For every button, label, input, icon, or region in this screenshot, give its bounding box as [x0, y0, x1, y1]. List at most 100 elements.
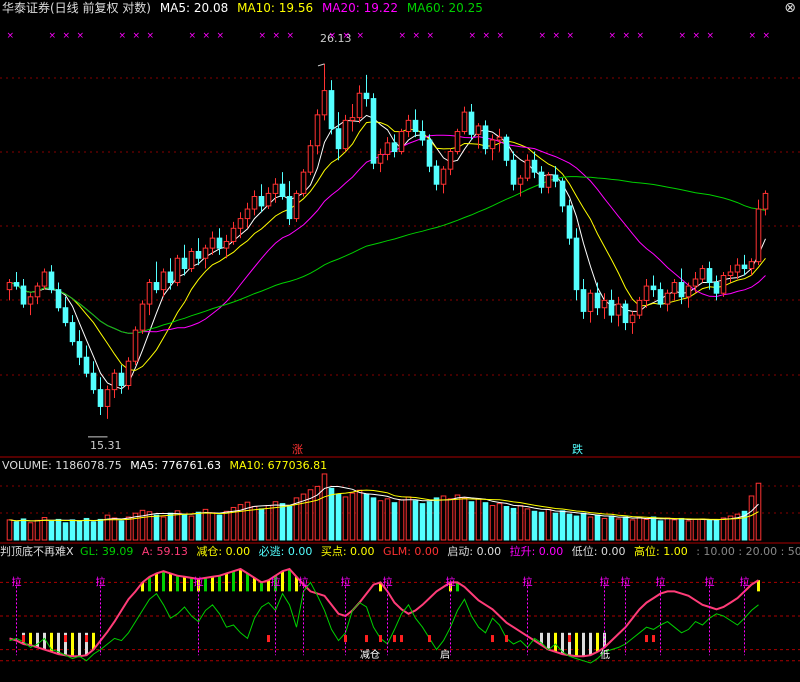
chart-canvas: × × × × × × × × × × × × × × × × × × × × × × × × × × × × × × × × ×拉拉拉拉拉拉拉…	[0, 31, 800, 664]
red-signal-bar	[400, 635, 403, 643]
x-marker: ×	[189, 31, 197, 41]
candle-body	[342, 119, 349, 150]
candle-body	[174, 257, 181, 284]
candle-body	[69, 322, 76, 343]
x-marker: ×	[567, 31, 575, 41]
candle-body	[699, 268, 706, 280]
candle-body	[188, 250, 195, 270]
candle-body	[587, 292, 594, 312]
candle-body	[706, 268, 713, 284]
candle-body	[454, 131, 461, 153]
candle-body	[13, 282, 20, 287]
candle-body	[139, 303, 146, 331]
ma60-line	[9, 176, 766, 334]
volume-bar	[181, 513, 188, 541]
candle-body	[370, 98, 377, 164]
la-marker: 拉	[299, 575, 309, 588]
x-marker: ×	[259, 31, 267, 41]
candle-body	[251, 196, 258, 210]
volume-bar	[727, 515, 734, 541]
volume-bar	[153, 514, 160, 541]
candle-body	[76, 341, 83, 358]
volume-bar	[412, 500, 419, 541]
candle-body	[167, 271, 174, 284]
candle-body	[146, 282, 153, 305]
volume-bar	[55, 518, 62, 541]
candle-body	[524, 159, 531, 179]
volume-bar	[454, 494, 461, 541]
volume-bar	[475, 498, 482, 541]
di-marker: 低	[600, 648, 610, 661]
volume-bar	[202, 508, 209, 541]
volume-bar	[748, 495, 755, 541]
candle-body	[615, 303, 622, 316]
red-signal-bar	[568, 635, 571, 643]
candle-body	[433, 165, 440, 185]
x-marker: ×	[609, 31, 617, 41]
volume-bar	[223, 510, 230, 541]
la-marker: 拉	[446, 575, 456, 588]
volume-bar	[433, 497, 440, 541]
candle-body	[727, 271, 734, 277]
x-marker: ×	[553, 31, 561, 41]
la-marker: 拉	[705, 575, 715, 588]
candle-body	[678, 282, 685, 298]
candle-body	[650, 285, 657, 291]
volume-bar	[531, 510, 538, 541]
candle-body	[132, 329, 139, 362]
red-signal-bar	[85, 635, 88, 643]
la-marker: 拉	[600, 575, 610, 588]
candle-body	[671, 282, 678, 294]
candle-body	[608, 299, 615, 316]
candle-body	[566, 205, 573, 239]
candle-body	[195, 250, 202, 259]
volume-bar	[496, 503, 503, 541]
volume-bar	[391, 502, 398, 541]
volume-bar	[48, 520, 55, 541]
candle-body	[27, 296, 34, 305]
volume-bar	[678, 517, 685, 541]
volume-bar	[482, 502, 489, 541]
volume-bar	[34, 519, 41, 541]
la-marker: 拉	[656, 575, 666, 588]
la-marker: 拉	[740, 575, 750, 588]
x-marker: ×	[287, 31, 295, 41]
volume-bar	[251, 506, 258, 541]
x-marker: ×	[77, 31, 85, 41]
volume-bar	[83, 517, 90, 541]
volume-bar	[657, 520, 664, 541]
volume-bar	[335, 493, 342, 541]
x-marker: ×	[693, 31, 701, 41]
x-marker: ×	[119, 31, 127, 41]
candle-body	[426, 139, 433, 167]
x-marker: ×	[623, 31, 631, 41]
volume-bar	[342, 496, 349, 541]
volume-bar	[321, 473, 328, 541]
gl-line	[9, 581, 759, 664]
candle-body	[244, 208, 251, 220]
volume-bar	[384, 498, 391, 541]
volume-bar	[209, 512, 216, 541]
candle-body	[125, 360, 132, 386]
x-marker: ×	[497, 31, 505, 41]
volume-bar	[489, 505, 496, 541]
candle-body	[538, 171, 545, 188]
candle-body	[83, 356, 90, 374]
candle-body	[685, 285, 692, 298]
volume-bar	[419, 503, 426, 541]
candle-body	[636, 299, 643, 316]
x-marker: ×	[343, 31, 351, 41]
candle-body	[272, 183, 279, 194]
candle-body	[545, 174, 552, 188]
candle-body	[62, 307, 69, 324]
volume-bar	[6, 519, 13, 541]
volume-bar	[601, 517, 608, 541]
volume-bar	[398, 499, 405, 541]
volume-bar	[580, 512, 587, 541]
volume-bar	[76, 520, 83, 541]
volume-bar	[146, 511, 153, 541]
candle-body	[97, 389, 104, 407]
x-marker: ×	[63, 31, 71, 41]
red-signal-bar	[64, 635, 67, 643]
la-marker: 拉	[12, 575, 22, 588]
